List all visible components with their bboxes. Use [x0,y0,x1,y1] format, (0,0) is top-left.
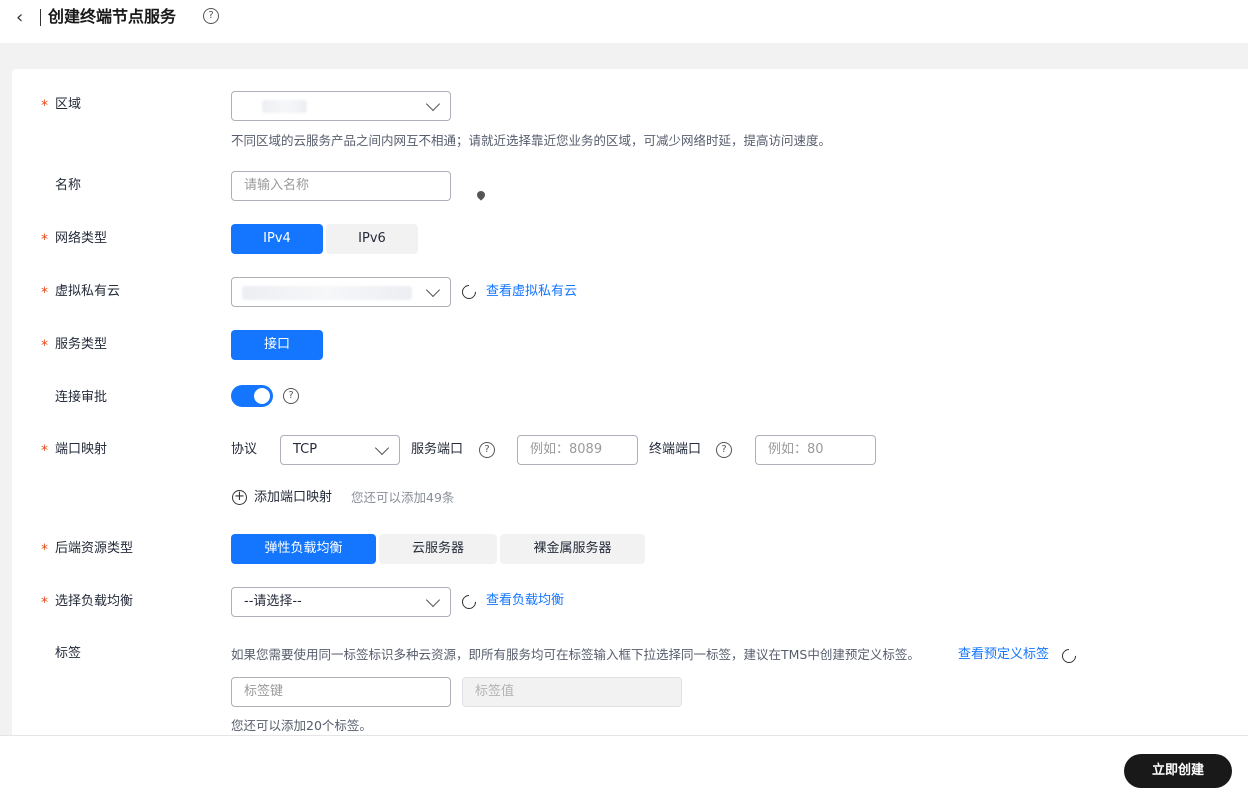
chevron-down-icon [425,282,441,298]
required-mark: * [41,595,48,611]
toggle-knob [254,388,270,404]
required-mark: * [41,232,48,248]
elb-option[interactable]: 弹性负载均衡 [231,534,376,564]
network-type-label: 网络类型 [55,231,108,246]
name-label: 名称 [55,178,82,193]
service-port-input[interactable]: 例如：8089 [517,435,638,465]
vpc-select[interactable] [231,277,451,307]
ipv4-option[interactable]: IPv4 [231,224,323,254]
required-mark: * [41,542,48,558]
load-balancer-label: 选择负载均衡 [55,594,134,609]
region-value-redacted [262,100,307,113]
vpc-label: 虚拟私有云 [55,284,121,299]
region-hint: 不同区域的云服务产品之间内网互不相通；请就近选择靠近您业务的区域，可减少网络时延… [231,133,832,148]
chevron-down-icon [425,592,441,608]
terminal-port-input[interactable]: 例如：80 [755,435,876,465]
plus-circle-icon[interactable]: + [232,490,247,505]
region-label: 区域 [55,97,82,112]
service-port-label: 服务端口 [411,442,464,457]
protocol-label: 协议 [231,442,258,457]
name-input[interactable]: 请输入名称 [231,171,451,201]
protocol-value: TCP [293,442,318,457]
tag-key-input[interactable]: 标签键 [231,677,451,707]
vpc-value-redacted [242,286,412,300]
bms-option[interactable]: 裸金属服务器 [500,534,645,564]
add-port-mapping-button[interactable]: 添加端口映射 [254,489,332,507]
add-port-mapping-hint: 您还可以添加49条 [351,490,455,505]
create-now-button[interactable]: 立即创建 [1124,754,1232,788]
footer-bar [0,735,1248,804]
tag-value-input: 标签值 [462,677,682,707]
question-circle-icon[interactable]: ? [716,442,732,458]
ipv6-option[interactable]: IPv6 [326,224,418,254]
ecs-option[interactable]: 云服务器 [379,534,497,564]
required-mark: * [41,285,48,301]
page-header: ‹ 创建终端节点服务 ? [0,0,1248,43]
service-type-label: 服务类型 [55,337,108,352]
view-load-balancer-link[interactable]: 查看负载均衡 [486,592,564,610]
connection-approval-toggle[interactable] [231,385,273,407]
required-mark: * [41,338,48,354]
chevron-left-icon[interactable]: ‹ [16,8,32,28]
tags-label: 标签 [55,646,82,661]
chevron-down-icon [374,440,390,456]
question-circle-icon[interactable]: ? [283,388,299,404]
port-mapping-label: 端口映射 [55,442,108,457]
load-balancer-select[interactable]: --请选择-- [231,587,451,617]
connection-approval-label: 连接审批 [55,390,108,405]
required-mark: * [41,98,48,114]
form-card [12,69,1248,735]
page-title: 创建终端节点服务 [48,7,177,26]
interface-option[interactable]: 接口 [231,330,323,360]
view-vpc-link[interactable]: 查看虚拟私有云 [486,283,577,301]
tags-hint: 如果您需要使用同一标签标识多种云资源，即所有服务均可在标签输入框下拉选择同一标签… [231,647,920,662]
required-mark: * [41,443,48,459]
view-predefined-tags-link[interactable]: 查看预定义标签 [958,646,1049,664]
terminal-port-label: 终端端口 [649,442,702,457]
header-divider [40,9,41,26]
load-balancer-placeholder: --请选择-- [244,594,302,609]
question-circle-icon[interactable]: ? [203,8,219,24]
protocol-select[interactable]: TCP [280,435,400,465]
tags-remaining-hint: 您还可以添加20个标签。 [231,718,372,733]
question-circle-icon[interactable]: ? [479,442,495,458]
region-select[interactable] [231,91,487,201]
backend-type-label: 后端资源类型 [55,541,134,556]
chevron-down-icon [425,96,441,112]
